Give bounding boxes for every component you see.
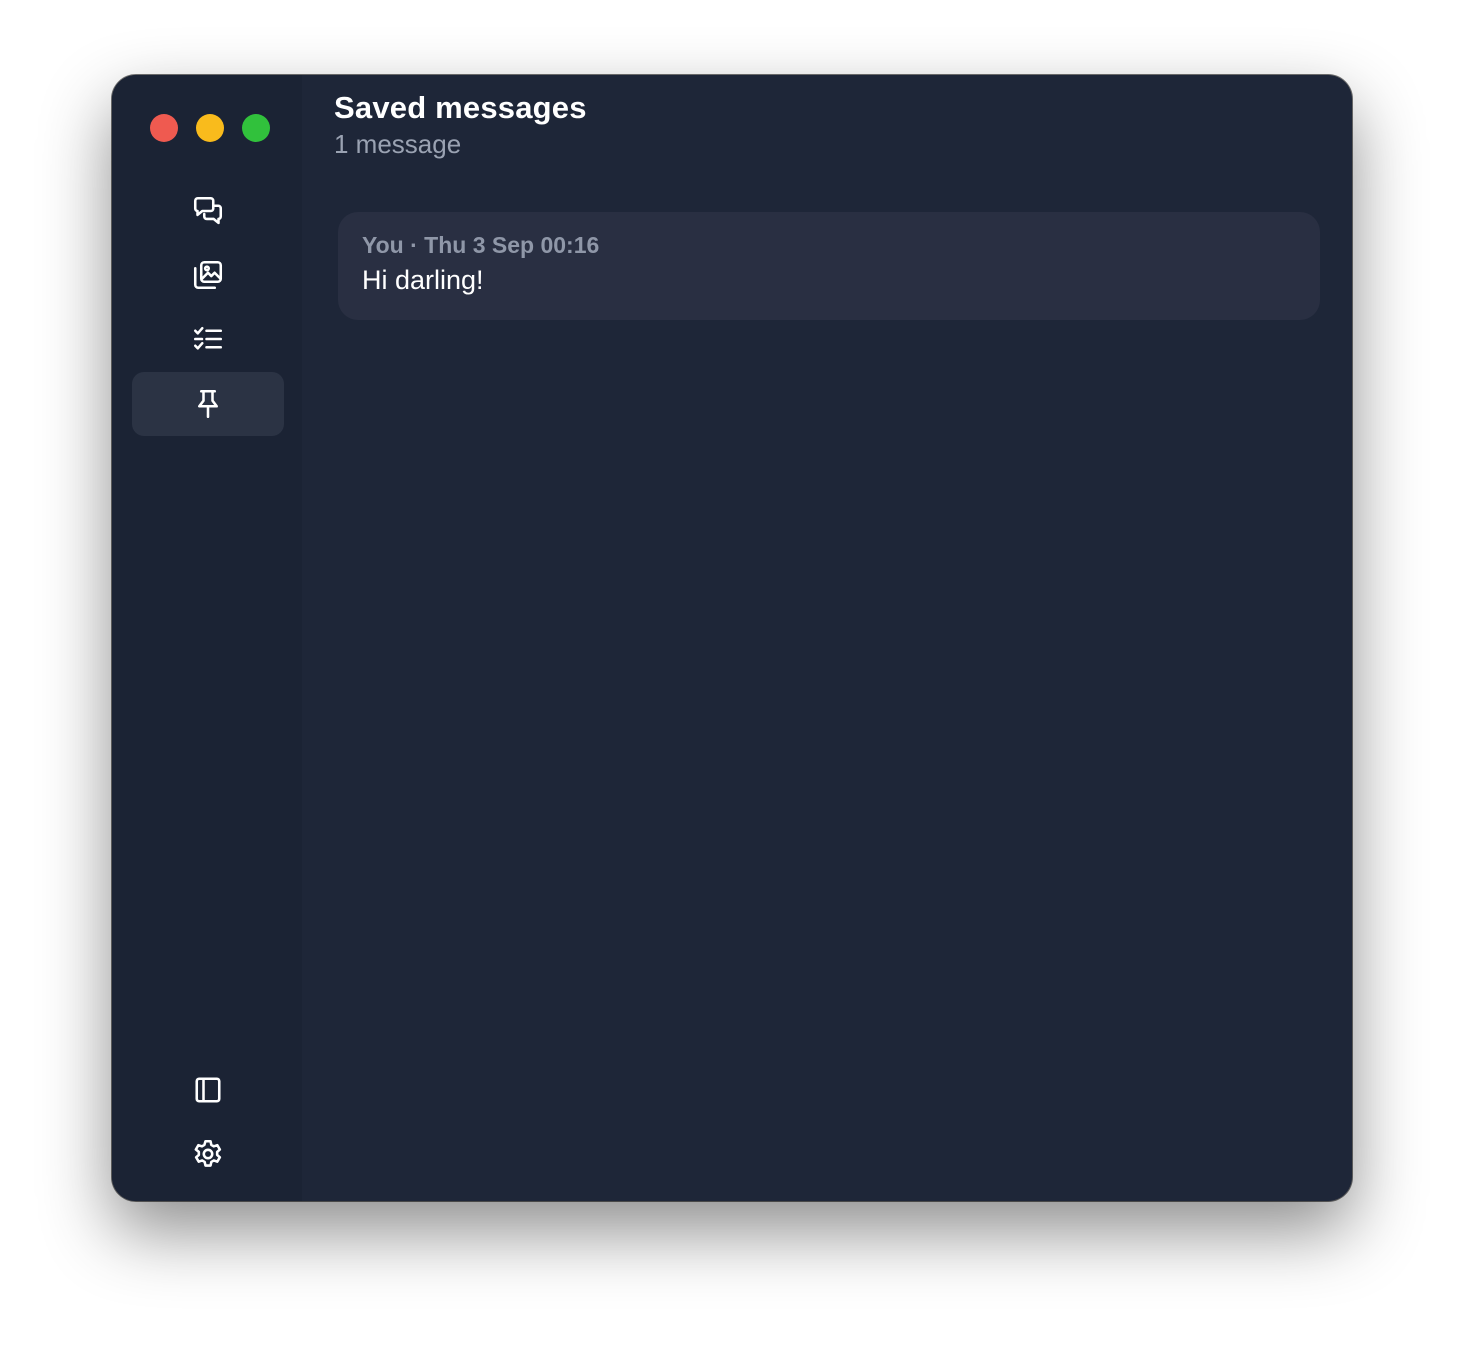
- sidebar-item-chats[interactable]: [132, 179, 284, 243]
- pin-icon: [198, 389, 218, 419]
- sidebar-item-saved[interactable]: [132, 372, 284, 436]
- message-text: Hi darling!: [362, 265, 484, 295]
- message-meta: You · Thu 3 Sep 00:16: [362, 232, 600, 258]
- sidebar-item-media[interactable]: [132, 243, 284, 307]
- sidebar: [112, 75, 302, 1201]
- sidebar-toggle-button[interactable]: [132, 1058, 284, 1122]
- app-window: Saved messages 1 message You · Thu 3 Sep…: [112, 75, 1352, 1201]
- sidebar-toggle-icon: [195, 1077, 221, 1103]
- chat-bubbles-icon: [193, 196, 223, 225]
- page-title: Saved messages: [334, 90, 587, 125]
- checklist-icon: [193, 326, 223, 350]
- minimize-button[interactable]: [196, 114, 224, 142]
- images-icon: [193, 260, 223, 290]
- close-button[interactable]: [150, 114, 178, 142]
- gear-icon: [194, 1139, 222, 1167]
- message-card[interactable]: You · Thu 3 Sep 00:16 Hi darling!: [338, 212, 1320, 320]
- zoom-button[interactable]: [242, 114, 270, 142]
- settings-button[interactable]: [132, 1122, 284, 1186]
- message-count: 1 message: [334, 129, 462, 159]
- sidebar-item-tasks[interactable]: [132, 307, 284, 371]
